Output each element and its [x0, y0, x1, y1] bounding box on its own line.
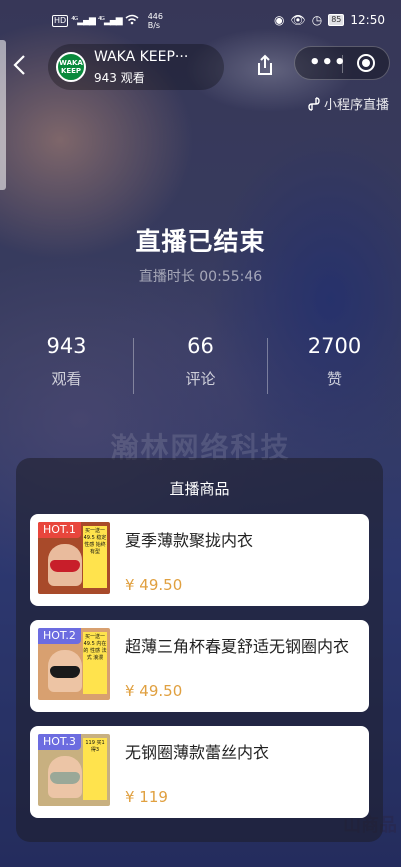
- chevron-left-icon: [13, 55, 25, 75]
- stat-value: 66: [187, 334, 214, 358]
- status-bar: HD ⁴ᴳ▂▄▆ ⁴ᴳ▂▄▆ 446 B/s ◉ 👁 ◷ 85 12:50: [0, 0, 401, 40]
- capsule-menu: •••: [294, 46, 390, 80]
- hot-badge: HOT.1: [38, 522, 81, 538]
- hot-badge: HOT.2: [38, 628, 81, 644]
- more-button[interactable]: •••: [309, 53, 347, 73]
- stat-value: 943: [46, 334, 87, 358]
- product-price: ¥ 49.50: [125, 682, 183, 700]
- mini-program-tag-label: 小程序直播: [323, 98, 389, 113]
- product-thumbnail: 买一送一 49.5 稳定 性感 始终 有型 HOT.1: [38, 522, 110, 594]
- live-duration: 直播时长 00:55:46: [138, 269, 263, 285]
- back-button[interactable]: [12, 50, 36, 80]
- stat-label: 赞: [326, 370, 342, 388]
- product-name: 无钢圈薄款蕾丝内衣: [125, 743, 270, 762]
- clock: 12:50: [350, 13, 385, 27]
- product-thumbnail: 买一送一 49.5 内在的 性感 法式 浪漫 HOT.2: [38, 628, 110, 700]
- eye-icon: 👁: [290, 13, 306, 27]
- live-ended-title: 直播已结束: [135, 227, 266, 256]
- products-panel: 直播商品 买一送一 49.5 稳定 性感 始终 有型 HOT.1 夏季薄款聚拢内…: [16, 458, 383, 842]
- bra-shape: [50, 772, 80, 784]
- product-thumbnail: 119 买1 得3 HOT.3: [38, 734, 110, 806]
- network-speed: 446 B/s: [147, 12, 163, 30]
- live-stats: 943 观看 66 评论 2700 赞: [0, 334, 401, 404]
- promo-tag: 119 买1 得3: [83, 738, 107, 800]
- nfc-icon: ◉: [274, 13, 285, 27]
- alarm-icon: ◷: [311, 13, 323, 27]
- live-header: WAKA KEEP WAKA KEEP··· 943 观看 •••: [0, 40, 401, 92]
- stat-value: 2700: [307, 334, 362, 358]
- link-icon: [308, 96, 320, 111]
- hot-badge: HOT.3: [38, 734, 81, 750]
- signal-4g-icon-2: ⁴ᴳ▂▄▆: [97, 16, 123, 26]
- product-price: ¥ 119: [125, 788, 168, 806]
- bra-shape: [50, 560, 80, 572]
- stat-comments: 66 评论: [134, 334, 267, 389]
- product-name: 超薄三角杯春夏舒适无钢圈内衣: [125, 637, 350, 656]
- store-name: WAKA KEEP···: [94, 49, 189, 65]
- viewer-count: 943 观看: [94, 71, 145, 85]
- store-logo: WAKA KEEP: [56, 52, 86, 82]
- product-card[interactable]: 119 买1 得3 HOT.3 无钢圈薄款蕾丝内衣 ¥ 119: [30, 726, 369, 818]
- promo-tag: 买一送一 49.5 内在的 性感 法式 浪漫: [83, 632, 107, 694]
- stat-likes: 2700 赞: [268, 334, 401, 389]
- stat-label: 评论: [185, 370, 216, 388]
- hd-icon: HD: [52, 15, 69, 27]
- capsule-divider: [342, 55, 343, 73]
- signal-4g-icon: ⁴ᴳ▂▄▆: [71, 16, 96, 26]
- promo-tag: 买一送一 49.5 稳定 性感 始终 有型: [83, 526, 107, 588]
- store-info[interactable]: WAKA KEEP WAKA KEEP··· 943 观看: [48, 44, 224, 90]
- product-name: 夏季薄款聚拢内衣: [125, 531, 254, 550]
- close-miniprogram-button[interactable]: [357, 54, 375, 72]
- product-card[interactable]: 买一送一 49.5 内在的 性感 法式 浪漫 HOT.2 超薄三角杯春夏舒适无钢…: [30, 620, 369, 712]
- wifi-icon: [125, 14, 139, 28]
- mini-program-live-tag[interactable]: 小程序直播: [308, 94, 389, 113]
- share-button[interactable]: [252, 52, 280, 80]
- product-card[interactable]: 买一送一 49.5 稳定 性感 始终 有型 HOT.1 夏季薄款聚拢内衣 ¥ 4…: [30, 514, 369, 606]
- battery-indicator: 85: [328, 14, 345, 26]
- product-price: ¥ 49.50: [125, 576, 183, 594]
- stat-views: 943 观看: [0, 334, 133, 389]
- bra-shape: [50, 666, 80, 678]
- share-icon: [258, 54, 272, 75]
- stat-label: 观看: [51, 370, 82, 388]
- products-title: 直播商品: [169, 480, 230, 498]
